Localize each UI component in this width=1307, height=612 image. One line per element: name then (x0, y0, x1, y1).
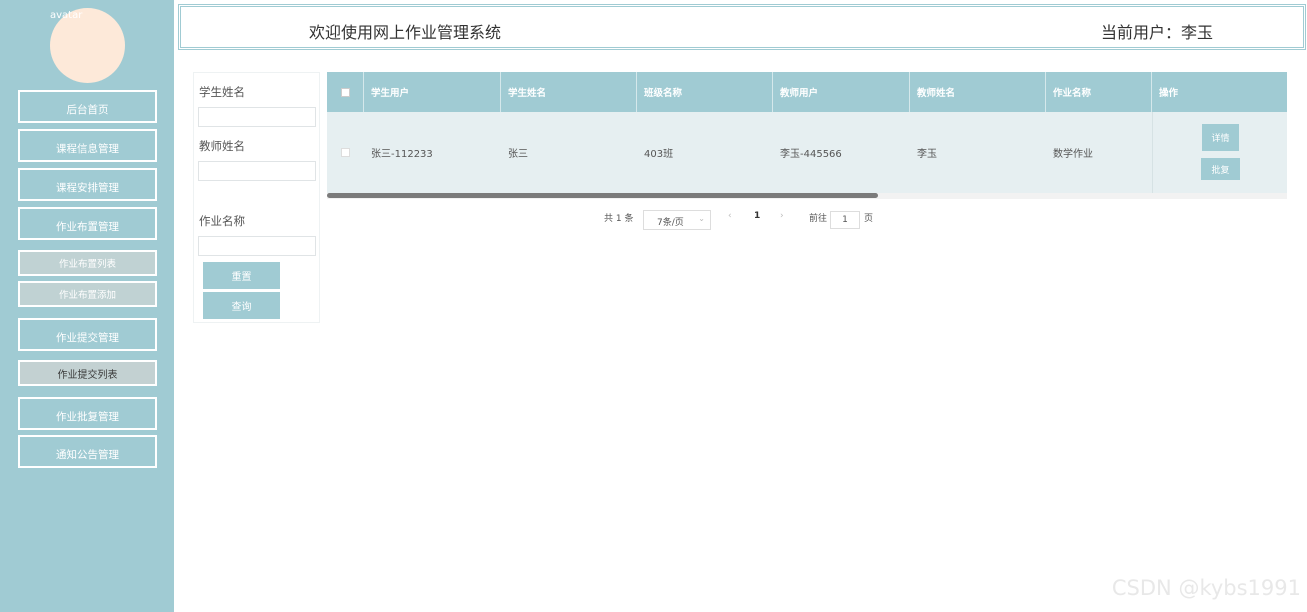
reply-button[interactable]: 批复 (1201, 158, 1240, 180)
student-name-label: 学生姓名 (199, 85, 245, 99)
goto-page-input[interactable]: 1 (830, 211, 860, 229)
header-teacher-name: 教师姓名 (910, 72, 1046, 112)
page-size-select[interactable]: 7条/页 ⌄ (643, 210, 711, 230)
teacher-name-label: 教师姓名 (199, 139, 245, 153)
sidebar-subitem-homework-assign-add[interactable]: 作业布置添加 (18, 281, 157, 307)
avatar-alt-text: avatar (50, 10, 83, 21)
teacher-name-input[interactable] (198, 161, 316, 181)
cell-class: 403班 (644, 149, 674, 160)
query-button[interactable]: 查询 (203, 292, 280, 319)
goto-label: 前往 (809, 214, 828, 224)
data-table: 学生用户 学生姓名 班级名称 教师用户 教师姓名 作业名称 操作 张三-1122… (327, 72, 1287, 193)
homework-name-label: 作业名称 (199, 214, 245, 228)
detail-button[interactable]: 详情 (1202, 124, 1239, 151)
cell-teacher-name: 李玉 (917, 149, 937, 160)
sidebar-subitem-homework-submit-list[interactable]: 作业提交列表 (18, 360, 157, 386)
page-unit-label: 页 (864, 214, 874, 224)
header-class: 班级名称 (637, 72, 773, 112)
cell-student-name: 张三 (508, 149, 528, 160)
reset-button[interactable]: 重置 (203, 262, 280, 289)
current-user: 当前用户：李玉 (1100, 23, 1213, 42)
sidebar-subitem-homework-assign-list[interactable]: 作业布置列表 (18, 250, 157, 276)
header-teacher-user: 教师用户 (773, 72, 910, 112)
page-size-value: 7条/页 (657, 218, 684, 228)
pager-total: 共 1 条 (604, 214, 634, 224)
cell-student-user: 张三-112233 (371, 149, 433, 160)
sidebar-item-homework-assign[interactable]: 作业布置管理 (18, 207, 157, 240)
watermark: CSDN @kybs1991 (1111, 576, 1301, 600)
table-header: 学生用户 学生姓名 班级名称 教师用户 教师姓名 作业名称 操作 (327, 72, 1287, 112)
row-checkbox[interactable] (341, 148, 350, 157)
search-panel: 学生姓名 教师姓名 作业名称 重置 查询 (193, 72, 320, 323)
page-title: 欢迎使用网上作业管理系统 (309, 23, 502, 42)
select-all-checkbox[interactable] (340, 87, 350, 97)
cell-actions: 详情 批复 (1152, 112, 1287, 193)
sidebar-item-home[interactable]: 后台首页 (18, 90, 157, 123)
horizontal-scrollbar[interactable] (327, 193, 878, 198)
next-page-icon[interactable]: › (780, 211, 784, 221)
sidebar-item-course-schedule[interactable]: 课程安排管理 (18, 168, 157, 201)
student-name-input[interactable] (198, 107, 316, 127)
header-student-name: 学生姓名 (501, 72, 637, 112)
header-student-user: 学生用户 (364, 72, 501, 112)
homework-name-input[interactable] (198, 236, 316, 256)
sidebar-item-course-info[interactable]: 课程信息管理 (18, 129, 157, 162)
sidebar-item-homework-submit[interactable]: 作业提交管理 (18, 318, 157, 351)
cell-homework: 数学作业 (1053, 149, 1093, 160)
chevron-down-icon: ⌄ (698, 214, 705, 223)
header: 欢迎使用网上作业管理系统 当前用户：李玉 (178, 4, 1306, 50)
cell-teacher-user: 李玉-445566 (780, 149, 842, 160)
header-actions: 操作 (1159, 88, 1179, 99)
row-select-cell (327, 112, 364, 193)
header-homework: 作业名称 (1046, 72, 1152, 112)
sidebar-item-notice[interactable]: 通知公告管理 (18, 435, 157, 468)
select-all-cell (327, 72, 364, 112)
current-page[interactable]: 1 (754, 211, 760, 221)
prev-page-icon[interactable]: ‹ (728, 211, 732, 221)
sidebar: avatar 后台首页 课程信息管理 课程安排管理 作业布置管理 作业布置列表 … (0, 0, 174, 612)
table-row: 张三-112233 张三 403班 李玉-445566 李玉 数学作业 详情 批… (327, 112, 1287, 193)
sidebar-item-homework-reply[interactable]: 作业批复管理 (18, 397, 157, 430)
